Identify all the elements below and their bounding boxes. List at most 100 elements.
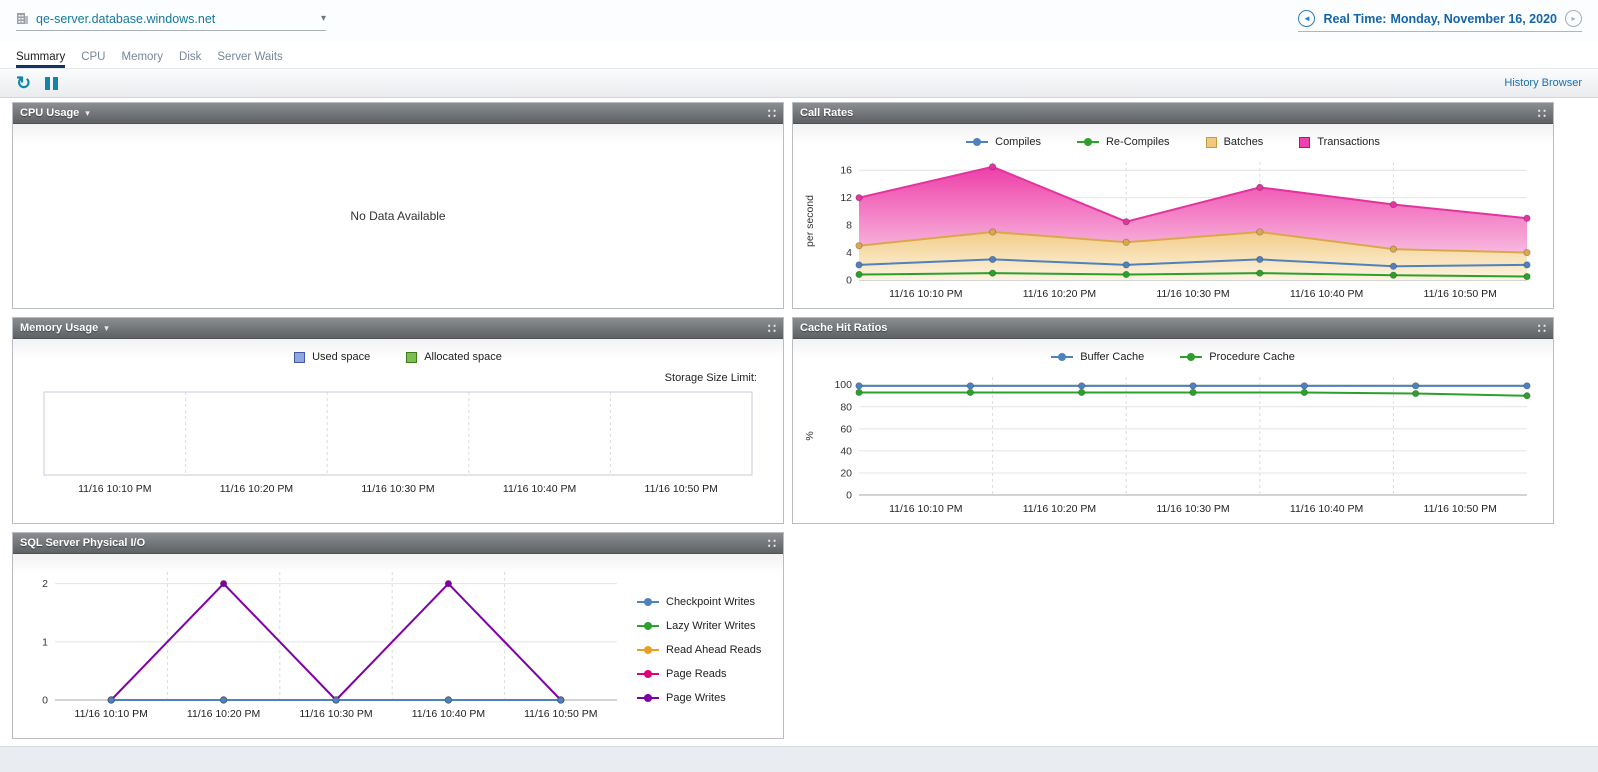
history-browser-link[interactable]: History Browser	[1504, 77, 1582, 89]
svg-text:11/16 10:30 PM: 11/16 10:30 PM	[361, 483, 434, 495]
panel-title: CPU Usage	[20, 107, 80, 119]
call-rates-legend: Compiles Re-Compiles Batches Transactions	[793, 132, 1553, 152]
svg-text:11/16 10:40 PM: 11/16 10:40 PM	[1290, 503, 1363, 515]
svg-text:11/16 10:10 PM: 11/16 10:10 PM	[889, 503, 962, 515]
svg-text:11/16 10:10 PM: 11/16 10:10 PM	[78, 483, 151, 495]
realtime-control: ◄ Real Time: Monday, November 16, 2020 ▸	[1298, 10, 1582, 32]
pause-icon[interactable]	[45, 76, 59, 90]
physical-io-svg: 0 1 2 11/16 10:10 PM 11/16 10:20 PM 11/16 10:…	[42, 572, 617, 720]
memory-usage-legend: Used space Allocated space	[13, 347, 783, 367]
panel-options-icon[interactable]: ∷	[768, 537, 776, 550]
realtime-prefix: Real Time:	[1323, 11, 1387, 26]
server-selector[interactable]: qe-server.database.windows.net ▾	[16, 12, 326, 31]
legend-used-space[interactable]: Used space	[294, 351, 370, 363]
memory-usage-svg: 11/16 10:10 PM 11/16 10:20 PM 11/16 10:30 …	[43, 391, 753, 495]
physical-io-body: 0 1 2 11/16 10:10 PM 11/16 10:20 PM 11/16 10:…	[13, 554, 783, 738]
legend-marker-icon	[1180, 353, 1203, 362]
call-rates-svg: 0 4 8 12 16 11/16 10:10 PM 11/16 10:20 PM 11/16…	[804, 162, 1531, 300]
legend-allocated-space[interactable]: Allocated space	[406, 351, 502, 363]
panel-options-icon[interactable]: ∷	[768, 322, 776, 335]
svg-text:11/16 10:20 PM: 11/16 10:20 PM	[220, 483, 293, 495]
legend-procedure-cache[interactable]: Procedure Cache	[1180, 351, 1295, 363]
svg-text:per second: per second	[804, 195, 816, 247]
tab-disk[interactable]: Disk	[179, 51, 201, 68]
topbar: qe-server.database.windows.net ▾ ◄ Real …	[0, 0, 1598, 42]
svg-text:60: 60	[840, 423, 852, 435]
svg-text:11/16 10:50 PM: 11/16 10:50 PM	[1424, 288, 1497, 300]
legend-label: Used space	[312, 351, 371, 363]
panel-cpu-usage: CPU Usage ▾ ∷ No Data Available	[12, 102, 784, 309]
panel-memory-usage: Memory Usage ▾ ∷ Used space Allocated spa…	[12, 317, 784, 524]
svg-text:11/16 10:50 PM: 11/16 10:50 PM	[1424, 503, 1497, 515]
legend-label: Buffer Cache	[1080, 351, 1145, 363]
panel-options-icon[interactable]: ∷	[1538, 322, 1546, 335]
server-name: qe-server.database.windows.net	[36, 11, 216, 26]
legend-page-writes[interactable]: Page Writes	[637, 692, 761, 704]
svg-text:12: 12	[840, 192, 852, 204]
chevron-down-icon: ▾	[320, 12, 326, 24]
svg-text:0: 0	[846, 490, 852, 502]
legend-checkpoint-writes[interactable]: Checkpoint Writes	[637, 596, 761, 608]
tab-server-waits[interactable]: Server Waits	[217, 51, 282, 68]
legend-re-compiles[interactable]: Re-Compiles	[1076, 136, 1170, 148]
legend-marker-icon	[637, 670, 659, 679]
svg-text:11/16 10:40 PM: 11/16 10:40 PM	[1290, 288, 1363, 300]
panel-options-icon[interactable]: ∷	[1538, 107, 1546, 120]
legend-lazy-writer-writes[interactable]: Lazy Writer Writes	[637, 620, 761, 632]
server-icon	[17, 13, 28, 24]
realtime-date: Monday, November 16, 2020	[1390, 11, 1557, 26]
svg-text:%: %	[804, 431, 816, 440]
legend-label: Transactions	[1317, 136, 1380, 148]
memory-usage-header[interactable]: Memory Usage ▾ ∷	[13, 318, 783, 339]
legend-transactions[interactable]: Transactions	[1299, 136, 1380, 148]
legend-read-ahead-reads[interactable]: Read Ahead Reads	[637, 644, 761, 656]
legend-marker-icon	[406, 351, 418, 363]
legend-label: Checkpoint Writes	[666, 596, 756, 608]
legend-label: Procedure Cache	[1209, 351, 1295, 363]
legend-batches[interactable]: Batches	[1205, 136, 1263, 148]
tab-cpu[interactable]: CPU	[81, 51, 105, 68]
legend-label: Lazy Writer Writes	[666, 620, 756, 632]
caret-down-icon[interactable]: ▾	[104, 323, 109, 333]
legend-marker-icon	[637, 646, 659, 655]
legend-marker-icon	[637, 598, 659, 607]
legend-marker-icon	[1051, 353, 1074, 362]
panel-options-icon[interactable]: ∷	[768, 107, 776, 120]
legend-label: Re-Compiles	[1105, 136, 1170, 148]
refresh-icon[interactable]: ↻	[16, 74, 31, 92]
legend-buffer-cache[interactable]: Buffer Cache	[1051, 351, 1144, 363]
footer-strip	[0, 746, 1598, 772]
caret-down-icon[interactable]: ▾	[85, 108, 90, 118]
svg-text:11/16 10:50 PM: 11/16 10:50 PM	[524, 708, 597, 720]
history-back-icon[interactable]: ◄	[1298, 10, 1316, 27]
call-rates-chart: 0 4 8 12 16 11/16 10:10 PM 11/16 10:20 PM 11/16…	[801, 154, 1553, 308]
svg-text:0: 0	[42, 695, 48, 707]
svg-text:11/16 10:20 PM: 11/16 10:20 PM	[187, 708, 260, 720]
physical-io-header[interactable]: SQL Server Physical I/O ∷	[13, 533, 783, 554]
history-forward-icon[interactable]: ▸	[1565, 10, 1582, 27]
legend-label: Page Writes	[666, 692, 726, 704]
legend-marker-icon	[1205, 136, 1217, 148]
panel-title: SQL Server Physical I/O	[20, 537, 146, 549]
legend-marker-icon	[637, 694, 659, 703]
legend-marker-icon	[1076, 138, 1099, 147]
legend-label: Compiles	[995, 136, 1041, 148]
legend-label: Allocated space	[424, 351, 502, 363]
call-rates-header[interactable]: Call Rates ∷	[793, 103, 1553, 124]
svg-text:11/16 10:20 PM: 11/16 10:20 PM	[1023, 503, 1096, 515]
panel-title: Call Rates	[800, 107, 854, 119]
panel-title: Memory Usage	[20, 322, 99, 334]
svg-text:100: 100	[834, 379, 852, 391]
tab-summary[interactable]: Summary	[16, 51, 66, 68]
svg-text:11/16 10:30 PM: 11/16 10:30 PM	[1156, 288, 1229, 300]
empty-grid-cell	[792, 532, 1554, 739]
tab-memory[interactable]: Memory	[121, 51, 163, 68]
legend-label: Read Ahead Reads	[666, 644, 762, 656]
cache-hit-header[interactable]: Cache Hit Ratios ∷	[793, 318, 1553, 339]
legend-compiles[interactable]: Compiles	[966, 136, 1041, 148]
cpu-usage-header[interactable]: CPU Usage ▾ ∷	[13, 103, 783, 124]
storage-size-limit-label: Storage Size Limit:	[664, 372, 757, 384]
legend-marker-icon	[637, 622, 659, 631]
svg-text:11/16 10:10 PM: 11/16 10:10 PM	[75, 708, 148, 720]
legend-page-reads[interactable]: Page Reads	[637, 668, 761, 680]
